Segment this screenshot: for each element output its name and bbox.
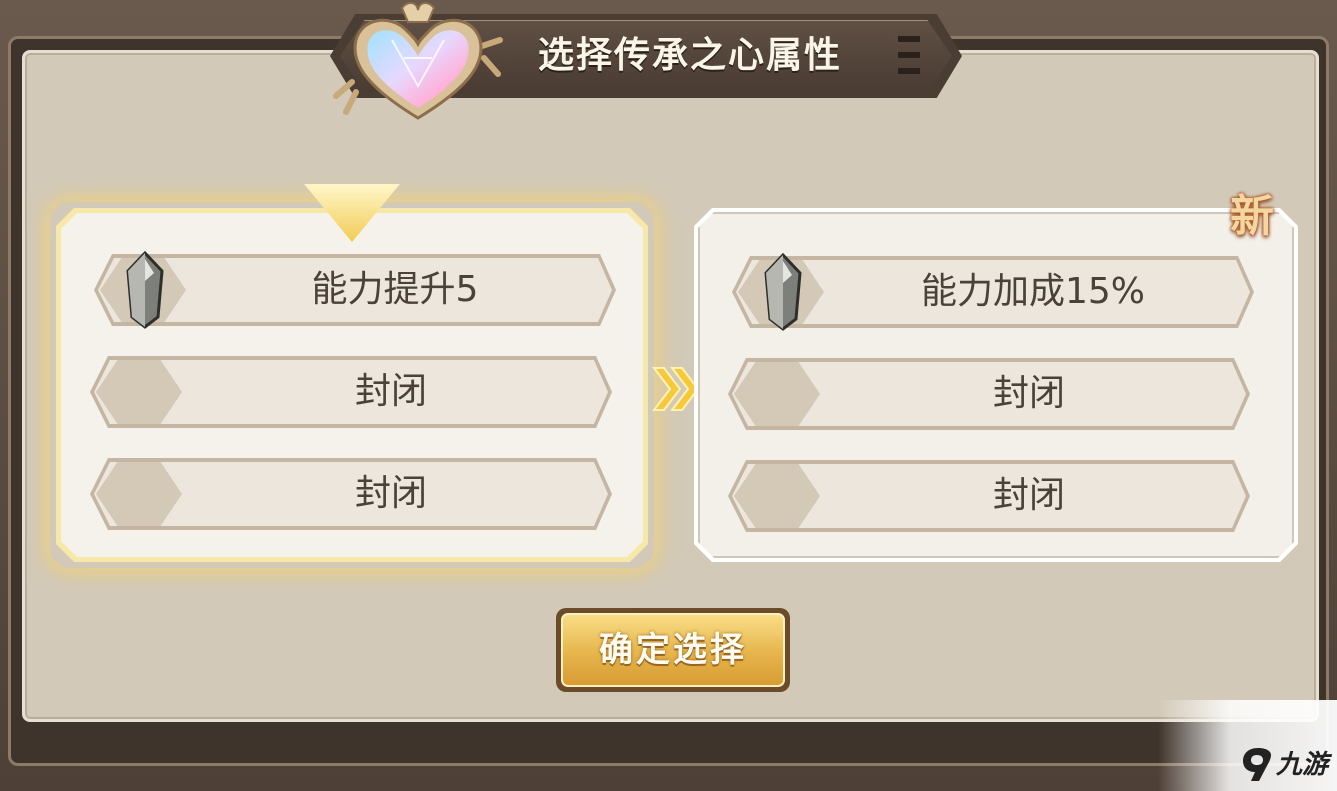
current-slot-3: 封闭 [90, 458, 612, 530]
confirm-button-label: 确定选择 [599, 630, 747, 670]
slot-label: 能力加成15% [920, 271, 1146, 312]
current-slot-1: 能力提升5 [94, 251, 616, 329]
new-slot-1: 能力加成15% [732, 253, 1254, 331]
dialog-title: 选择传承之心属性 [537, 35, 842, 76]
slot-label: 能力提升5 [311, 269, 479, 310]
watermark-text: 九游 [1276, 750, 1329, 780]
slot-label: 封闭 [354, 371, 427, 412]
slot-label: 封闭 [992, 373, 1065, 414]
crystal-gem-icon [126, 251, 164, 329]
new-slot-3: 封闭 [728, 460, 1250, 532]
heart-emblem-icon [333, 2, 503, 120]
new-badge: 新 [1230, 191, 1274, 242]
current-slot-2: 封闭 [90, 356, 612, 428]
slot-label: 封闭 [992, 475, 1065, 516]
new-slot-2: 封闭 [728, 358, 1250, 430]
confirm-button[interactable]: 确定选择 [556, 608, 790, 692]
menu-icon[interactable] [898, 36, 920, 74]
9-logo-icon [1243, 748, 1271, 781]
slot-label: 封闭 [354, 473, 427, 514]
crystal-gem-icon [764, 253, 802, 331]
